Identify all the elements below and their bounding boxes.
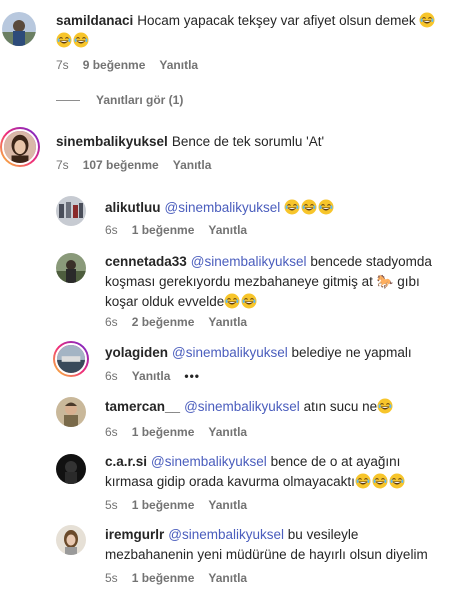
- likes-count[interactable]: 1 beğenme: [132, 223, 195, 237]
- username[interactable]: alikutluu: [105, 200, 161, 215]
- laughing-emoji-icon: [284, 199, 300, 215]
- mention-link[interactable]: @sinembalikyuksel: [191, 254, 307, 269]
- horse-emoji-icon: 🐎: [376, 274, 394, 289]
- reply-text: cennetada33 @sinembalikyuksel bencede sta…: [105, 252, 443, 312]
- reply-button[interactable]: Yanıtla: [208, 223, 247, 237]
- reply-meta: 6s 1 beğenme Yanıtla: [105, 223, 247, 237]
- avatar[interactable]: [0, 127, 40, 167]
- mention-link[interactable]: @sinembalikyuksel: [184, 399, 300, 414]
- username[interactable]: sinembalikyuksel: [56, 134, 168, 149]
- timestamp: 7s: [56, 158, 69, 172]
- reply-meta: 6s Yanıtla •••: [105, 369, 200, 383]
- username[interactable]: yolagiden: [105, 345, 168, 360]
- reply-button[interactable]: Yanıtla: [173, 158, 212, 172]
- reply-body: bu vesileyle: [287, 527, 359, 542]
- laughing-emoji-icon: [301, 199, 317, 215]
- avatar[interactable]: [56, 253, 86, 283]
- timestamp: 6s: [105, 369, 118, 383]
- view-replies-label: Yanıtları gör (1): [96, 93, 184, 107]
- laughing-emoji-icon: [241, 293, 257, 309]
- reply-body: kırmasa gidip orada kavurma olmayacaktı: [105, 474, 355, 489]
- timestamp: 6s: [105, 425, 118, 439]
- view-replies-button[interactable]: Yanıtları gör (1): [56, 93, 183, 107]
- timestamp: 5s: [105, 571, 118, 585]
- reply-body: belediye ne yapmalı: [291, 345, 412, 360]
- comment-body: Bence de tek sorumlu 'At': [171, 134, 325, 149]
- reply-body: koşması gerekıyordu mezbahaneye gitmiş a…: [105, 274, 373, 289]
- reply-button[interactable]: Yanıtla: [132, 369, 171, 383]
- reply-button[interactable]: Yanıtla: [208, 315, 247, 329]
- timestamp: 6s: [105, 223, 118, 237]
- reply-body: bence de o at ayağını: [270, 454, 401, 469]
- avatar[interactable]: [2, 12, 36, 46]
- avatar[interactable]: [56, 454, 86, 484]
- reply-text: alikutluu @sinembalikyuksel: [105, 198, 443, 218]
- username[interactable]: samildanaci: [56, 13, 133, 28]
- reply-text: tamercan__ @sinembalikyuksel atın sucu ne: [105, 397, 443, 417]
- comment-meta: 7s 107 beğenme Yanıtla: [56, 158, 211, 172]
- avatar[interactable]: [56, 525, 86, 555]
- more-options-icon[interactable]: •••: [184, 369, 200, 383]
- username[interactable]: iremgurlr: [105, 527, 164, 542]
- reply-text: c.a.r.si @sinembalikyuksel bence de o at …: [105, 452, 443, 492]
- timestamp: 6s: [105, 315, 118, 329]
- reply-meta: 5s 1 beğenme Yanıtla: [105, 571, 247, 585]
- laughing-emoji-icon: [355, 473, 371, 489]
- reply-button[interactable]: Yanıtla: [208, 498, 247, 512]
- likes-count[interactable]: 2 beğenme: [132, 315, 195, 329]
- laughing-emoji-icon: [377, 398, 393, 414]
- mention-link[interactable]: @sinembalikyuksel: [165, 200, 281, 215]
- comment-text: sinembalikyuksel Bence de tek sorumlu 'At…: [56, 132, 443, 152]
- mention-link[interactable]: @sinembalikyuksel: [168, 527, 284, 542]
- divider-line: [56, 99, 80, 101]
- username[interactable]: cennetada33: [105, 254, 187, 269]
- laughing-emoji-icon: [419, 12, 435, 28]
- comment-body: Hocam yapacak tekşey var afiyet olsun de…: [137, 13, 416, 28]
- likes-count[interactable]: 9 beğenme: [83, 58, 146, 72]
- reply-body: koşar olduk evvelde: [105, 294, 225, 309]
- reply-button[interactable]: Yanıtla: [208, 425, 247, 439]
- likes-count[interactable]: 1 beğenme: [132, 425, 195, 439]
- comment-meta: 7s 9 beğenme Yanıtla: [56, 58, 198, 72]
- reply-text: yolagiden @sinembalikyuksel belediye ne y…: [105, 343, 443, 363]
- reply-meta: 6s 2 beğenme Yanıtla: [105, 315, 247, 329]
- reply-body: mezbahanenin yeni müdürüne de hayırlı ol…: [105, 547, 428, 562]
- reply-body: bencede stadyomda: [310, 254, 432, 269]
- username[interactable]: tamercan__: [105, 399, 180, 414]
- mention-link[interactable]: @sinembalikyuksel: [151, 454, 267, 469]
- likes-count[interactable]: 107 beğenme: [83, 158, 159, 172]
- reply-meta: 5s 1 beğenme Yanıtla: [105, 498, 247, 512]
- laughing-emoji-icon: [73, 32, 89, 48]
- reply-button[interactable]: Yanıtla: [159, 58, 198, 72]
- reply-text: iremgurlr @sinembalikyuksel bu vesileyle …: [105, 525, 443, 565]
- reply-button[interactable]: Yanıtla: [208, 571, 247, 585]
- laughing-emoji-icon: [56, 32, 72, 48]
- laughing-emoji-icon: [224, 293, 240, 309]
- timestamp: 5s: [105, 498, 118, 512]
- mention-link[interactable]: @sinembalikyuksel: [172, 345, 288, 360]
- reply-body: gıbı: [397, 274, 420, 289]
- laughing-emoji-icon: [318, 199, 334, 215]
- timestamp: 7s: [56, 58, 69, 72]
- laughing-emoji-icon: [372, 473, 388, 489]
- laughing-emoji-icon: [389, 473, 405, 489]
- avatar[interactable]: [53, 341, 89, 377]
- username[interactable]: c.a.r.si: [105, 454, 147, 469]
- likes-count[interactable]: 1 beğenme: [132, 498, 195, 512]
- reply-meta: 6s 1 beğenme Yanıtla: [105, 425, 247, 439]
- likes-count[interactable]: 1 beğenme: [132, 571, 195, 585]
- reply-body: atın sucu ne: [303, 399, 378, 414]
- avatar[interactable]: [56, 397, 86, 427]
- avatar[interactable]: [56, 196, 86, 226]
- comment-text: samildanaci Hocam yapacak tekşey var afiy…: [56, 11, 443, 51]
